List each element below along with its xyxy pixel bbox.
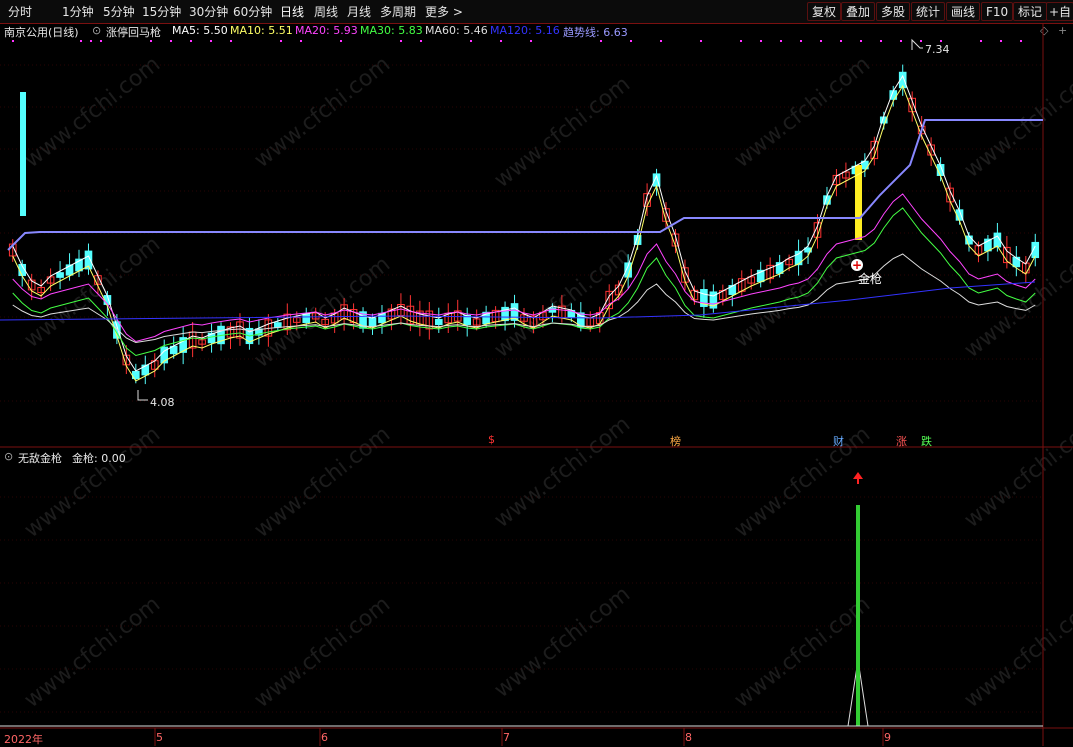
signal-dot: [470, 40, 472, 42]
event-marker-up[interactable]: 涨: [896, 433, 907, 449]
signal-dot: [12, 40, 14, 42]
low-marker-line: [137, 390, 148, 401]
ma60-line: [12, 253, 1036, 344]
signal-dot: [80, 40, 82, 42]
signal-dot: [530, 40, 532, 42]
signal-dot: [660, 40, 662, 42]
signal-label: 金枪: [858, 272, 883, 286]
signal-dot: [840, 40, 842, 42]
signal-dot: [900, 40, 902, 42]
signal-dot: [820, 40, 822, 42]
high-price-label: 7.34: [925, 43, 950, 56]
kline-chart[interactable]: [0, 0, 1073, 746]
signal-dot: [420, 40, 422, 42]
candle-body: [368, 317, 377, 327]
signal-plus-icon: +: [851, 258, 863, 272]
signal-dot: [280, 40, 282, 42]
signal-dot: [700, 40, 702, 42]
event-marker-down[interactable]: 跌: [921, 433, 932, 449]
signal-dot: [760, 40, 762, 42]
signal-dot: [1020, 40, 1022, 42]
signal-dot: [1000, 40, 1002, 42]
signal-dot: [740, 40, 742, 42]
event-marker-dollar[interactable]: $: [488, 433, 495, 446]
signal-dot: [230, 40, 232, 42]
signal-dot: [340, 40, 342, 42]
up-arrow-icon: [853, 472, 863, 479]
candle-body: [434, 318, 443, 326]
signal-dot: [800, 40, 802, 42]
signal-dot: [210, 40, 212, 42]
signal-dot: [920, 40, 922, 42]
candle-body: [274, 322, 282, 328]
signal-dot: [860, 40, 862, 42]
signal-dot: [940, 40, 942, 42]
signal-bar: [856, 505, 860, 726]
highlight-bar: [855, 165, 862, 240]
signal-dot: [400, 40, 402, 42]
sub-indicator-menu-icon[interactable]: ⊙: [4, 450, 13, 463]
signal-dot: [170, 40, 172, 42]
sub-indicator-value: 金枪: 0.00: [72, 452, 126, 465]
signal-dot: [630, 40, 632, 42]
x-axis-label-year: 2022年: [4, 733, 43, 746]
signal-dot: [300, 40, 302, 42]
signal-dot: [880, 40, 882, 42]
signal-dot: [190, 40, 192, 42]
x-axis-label-sep: 9: [884, 731, 891, 744]
x-axis-label-may: 5: [156, 731, 163, 744]
candle-body: [56, 272, 64, 278]
signal-dot: [150, 40, 152, 42]
candle-body: [1012, 256, 1021, 268]
x-axis-label-aug: 8: [685, 731, 692, 744]
signal-dot: [600, 40, 602, 42]
low-price-label: 4.08: [150, 396, 175, 409]
event-marker-list[interactable]: 榜: [670, 433, 681, 449]
signal-dot: [100, 40, 102, 42]
event-marker-finance[interactable]: 财: [833, 433, 844, 449]
signal-dot: [500, 40, 502, 42]
signal-dot: [90, 40, 92, 42]
signal-dot: [980, 40, 982, 42]
candle-body: [20, 92, 26, 216]
x-axis-label-jul: 7: [503, 731, 510, 744]
signal-dot: [780, 40, 782, 42]
sub-indicator-name[interactable]: 无敌金枪: [18, 450, 62, 466]
candle-body: [141, 364, 150, 376]
x-axis-label-jun: 6: [321, 731, 328, 744]
trend-line: [7, 119, 1043, 251]
